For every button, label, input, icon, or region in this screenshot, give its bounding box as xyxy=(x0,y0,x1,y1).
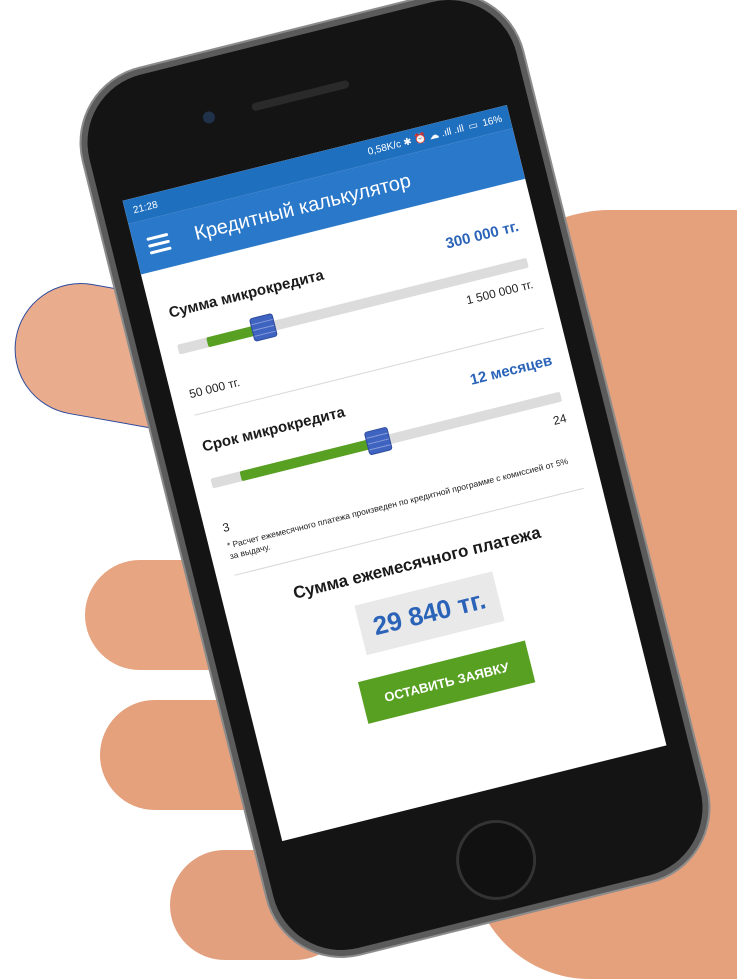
loan-term-min: 3 xyxy=(221,519,231,536)
home-button[interactable] xyxy=(447,811,545,909)
loan-amount-value: 300 000 тг. xyxy=(443,217,521,253)
battery-icon: ▭ xyxy=(467,119,479,133)
loan-term-value: 12 месяцев xyxy=(468,351,554,389)
submit-application-button[interactable]: ОСТАВИТЬ ЗАЯВКУ xyxy=(358,640,536,725)
speaker-grille xyxy=(250,79,350,112)
slider-thumb[interactable] xyxy=(248,312,278,343)
phone-container: 21:28 0,58K/c ✱ ⏰ ☁ .ıll .ıll ▭ 16% Кред… xyxy=(0,0,737,979)
battery-level: 16% xyxy=(481,113,504,129)
calculator-content: Сумма микрокредита 300 000 тг. 50 000 тг… xyxy=(141,179,647,763)
app-screen: 21:28 0,58K/c ✱ ⏰ ☁ .ıll .ıll ▭ 16% Кред… xyxy=(122,104,667,842)
smartphone: 21:28 0,58K/c ✱ ⏰ ☁ .ıll .ıll ▭ 16% Кред… xyxy=(72,0,718,965)
hamburger-icon[interactable] xyxy=(146,232,172,255)
status-time: 21:28 xyxy=(131,199,159,216)
front-camera-icon xyxy=(201,110,217,125)
loan-amount-min: 50 000 тг. xyxy=(187,375,242,402)
slider-thumb[interactable] xyxy=(364,426,394,456)
